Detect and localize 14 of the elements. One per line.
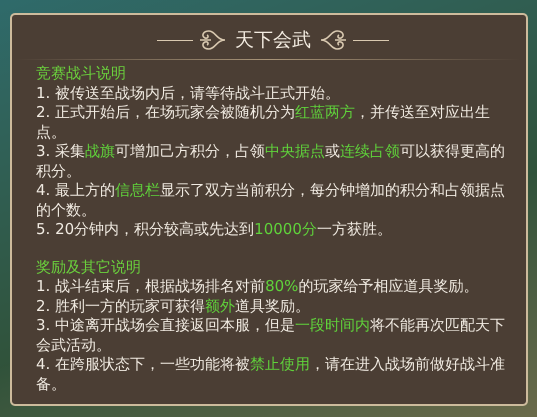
dialog-title: 天下会武 bbox=[234, 28, 312, 53]
rule-text: 2. 正式开始后，在场玩家会被随机分为红蓝两方，并传送至对应出生点。 bbox=[36, 103, 492, 142]
rule-text: 1. 战斗结束后，根据战场排名对前80%的玩家给予相应道具奖励。 bbox=[36, 277, 480, 296]
rule-text: 3. 采集战旗可增加己方积分，占领中央据点或连续占领可以获得更高的积分。 bbox=[36, 142, 506, 181]
rule-text: 4. 最上方的信息栏显示了双方当前积分，每分钟增加的积分和占领据点的个数。 bbox=[36, 181, 506, 220]
scroll-ornament-icon bbox=[197, 27, 227, 53]
rule-text: 3. 中途离开战场会直接返回本服，但是一段时间内将不能再次匹配天下会武活动。 bbox=[36, 316, 506, 355]
section-heading: 奖励及其它说明 bbox=[36, 258, 142, 277]
rule-text: 4. 在跨服状态下，一些功能将被禁止使用，请在进入战场前做好战斗准备。 bbox=[36, 355, 506, 394]
rule-text: 1. 被传送至战场内后，请等待战斗正式开始。 bbox=[36, 84, 342, 103]
section-heading: 竞赛战斗说明 bbox=[36, 64, 127, 84]
scroll-ornament-icon bbox=[319, 27, 349, 53]
rule-text: 5. 20分钟内，积分较高或先达到10000分一方获胜。 bbox=[36, 220, 393, 240]
rule-text: 2. 胜利一方的玩家可获得额外道具奖励。 bbox=[36, 296, 312, 316]
